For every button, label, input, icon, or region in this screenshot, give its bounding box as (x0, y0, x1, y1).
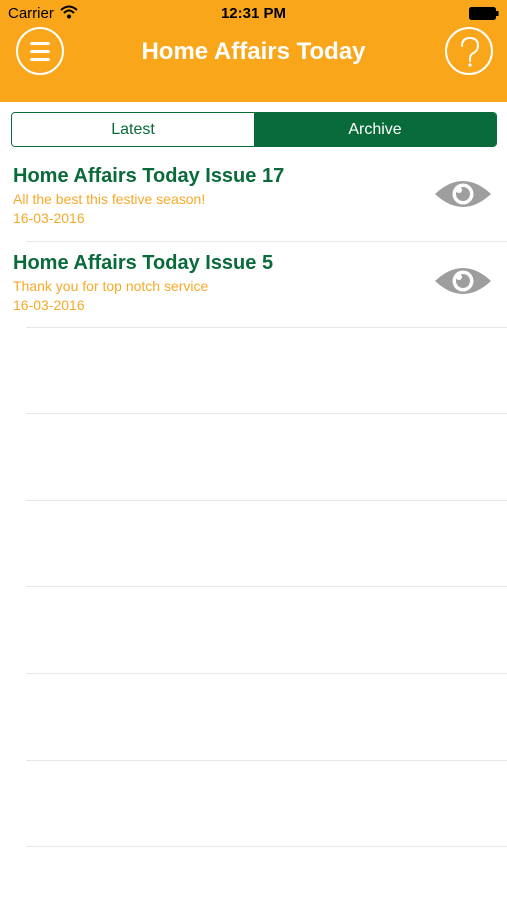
row-divider (26, 413, 507, 414)
row-divider (26, 327, 507, 328)
issue-subtitle: All the best this festive season! (13, 191, 206, 207)
page-title: Home Affairs Today (141, 38, 366, 65)
help-icon (461, 36, 480, 67)
tab-latest[interactable]: Latest (12, 113, 254, 146)
issue-date: 16-03-2016 (13, 210, 85, 226)
row-divider (26, 586, 507, 587)
issue-list: Home Affairs Today Issue 17 All the best… (0, 155, 507, 847)
list-item[interactable]: Home Affairs Today Issue 5 Thank you for… (0, 242, 507, 329)
issue-title: Home Affairs Today Issue 5 (13, 252, 274, 274)
row-divider (26, 760, 507, 761)
status-time: 12:31 PM (220, 5, 287, 22)
nav-bar: Carrier 12:31 PM Home Affairs Today (0, 0, 507, 102)
battery-icon (469, 7, 499, 20)
eye-icon[interactable] (434, 264, 492, 298)
tab-archive[interactable]: Archive (254, 113, 496, 146)
segmented-control: Latest Archive (11, 112, 497, 147)
row-divider (26, 500, 507, 501)
row-divider (26, 673, 507, 674)
status-bar: Carrier 12:31 PM (0, 0, 507, 28)
list-item[interactable]: Home Affairs Today Issue 17 All the best… (0, 155, 507, 242)
eye-icon[interactable] (434, 177, 492, 211)
row-divider (26, 846, 507, 847)
help-button[interactable] (445, 27, 493, 75)
issue-date: 16-03-2016 (13, 297, 85, 313)
issue-subtitle: Thank you for top notch service (13, 278, 209, 294)
issue-title: Home Affairs Today Issue 17 (13, 165, 285, 187)
